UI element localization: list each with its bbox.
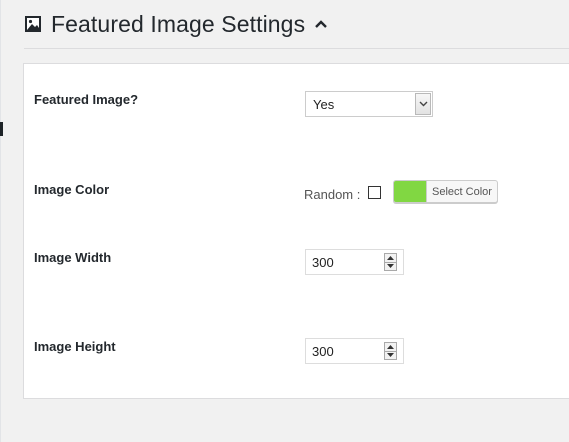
screen-edge: [0, 0, 1, 442]
metabox-title: Featured Image Settings: [51, 10, 306, 37]
featured-image-label: Featured Image?: [34, 92, 139, 107]
chevron-up-icon[interactable]: [314, 17, 328, 31]
image-height-input[interactable]: 300: [305, 338, 404, 364]
image-color-label: Image Color: [34, 182, 110, 197]
select-color-label: Select Color: [432, 185, 492, 198]
featured-image-value: Yes: [313, 96, 335, 112]
image-width-label: Image Width: [34, 250, 112, 265]
image-height-stepper[interactable]: [384, 342, 397, 360]
color-swatch: [394, 181, 427, 202]
random-label: Random :: [304, 187, 361, 202]
image-width-value: 300: [312, 254, 334, 270]
image-width-input[interactable]: 300: [305, 249, 404, 275]
stepper-up-icon[interactable]: [385, 343, 396, 351]
random-checkbox[interactable]: [368, 186, 381, 199]
select-color-button[interactable]: Select Color: [393, 180, 498, 203]
chevron-down-icon[interactable]: [415, 93, 431, 115]
stepper-down-icon[interactable]: [385, 350, 396, 360]
image-icon: [25, 16, 41, 32]
header-divider: [24, 48, 569, 49]
sidebar-edge-marker: [0, 122, 3, 136]
image-height-value: 300: [312, 343, 334, 359]
image-height-label: Image Height: [34, 339, 116, 354]
stepper-up-icon[interactable]: [385, 254, 396, 262]
stepper-down-icon[interactable]: [385, 261, 396, 271]
image-width-stepper[interactable]: [384, 253, 397, 271]
metabox-header: Featured Image Settings: [24, 8, 328, 40]
featured-image-select[interactable]: Yes: [305, 91, 433, 117]
